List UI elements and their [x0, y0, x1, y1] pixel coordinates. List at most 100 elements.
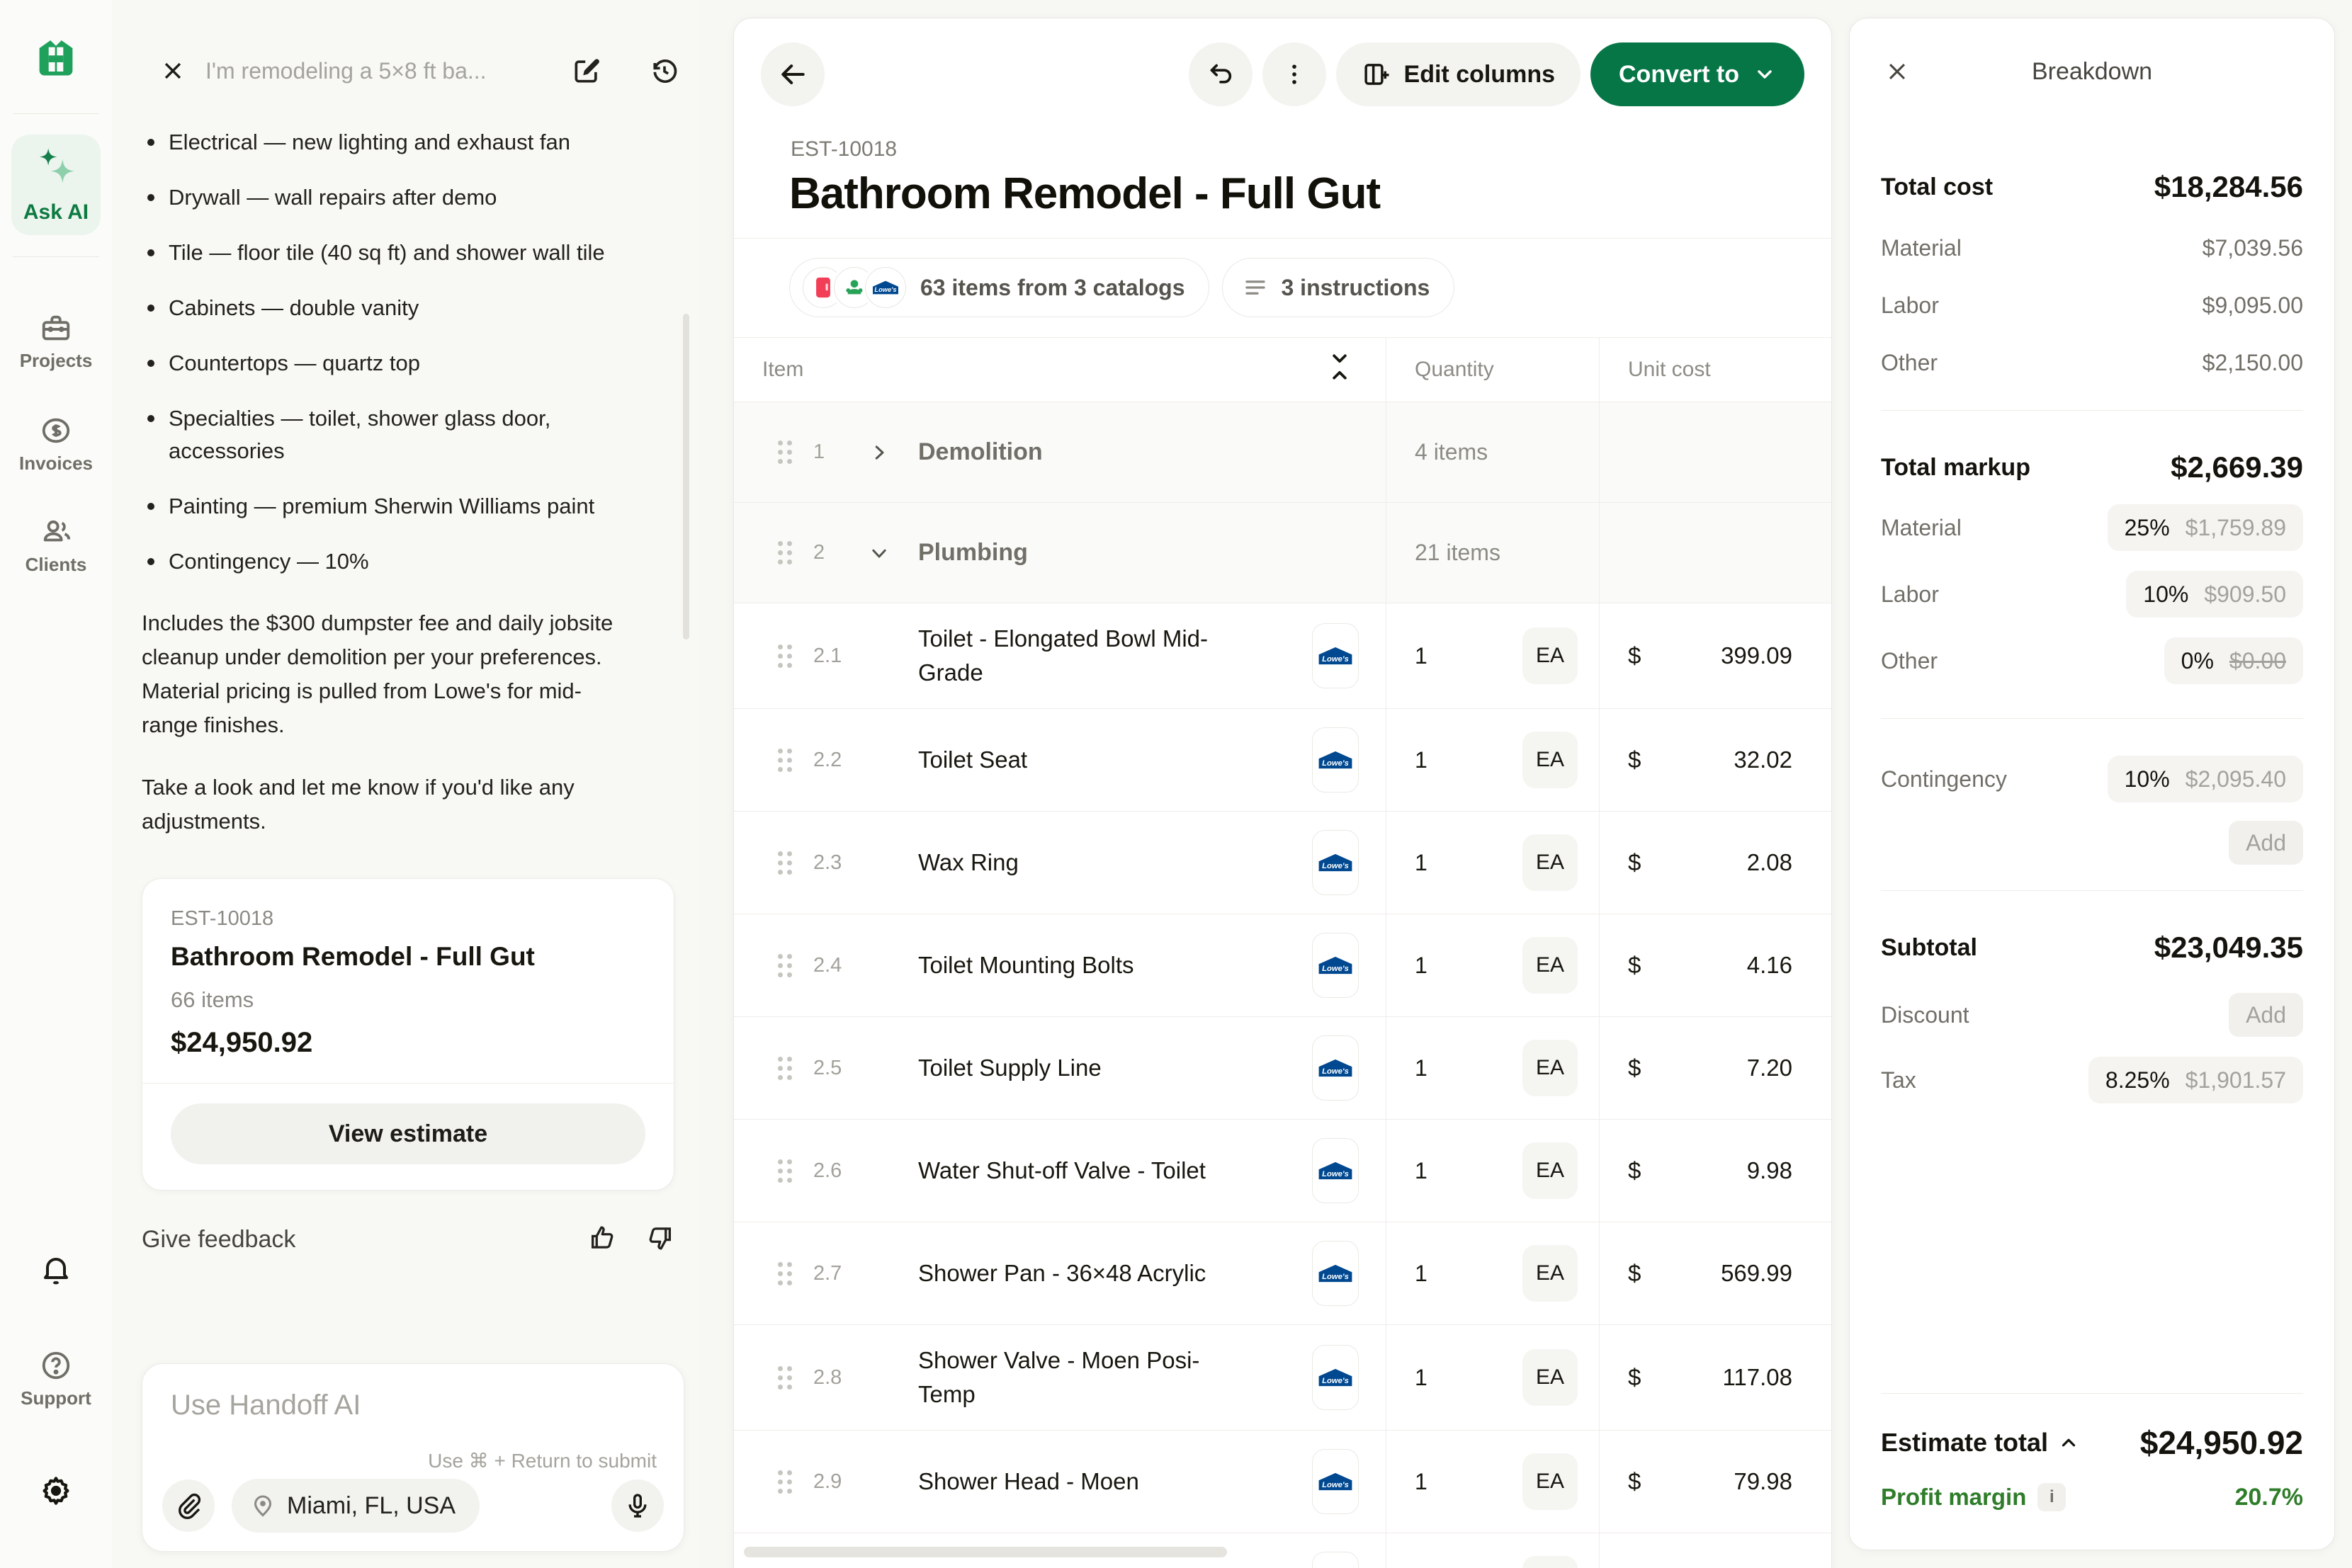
unit-chip[interactable]: EA: [1522, 627, 1578, 684]
catalogs-pill[interactable]: Lowe's 63 items from 3 catalogs: [789, 258, 1209, 317]
notifications-bell-button[interactable]: [0, 1252, 112, 1286]
table-row[interactable]: 2.1 Toilet - Elongated Bowl Mid-Grade Lo…: [734, 603, 1831, 709]
table-row[interactable]: 2.5 Toilet Supply Line Lowe's 1 EA $ 7.2…: [734, 1017, 1831, 1120]
unit-cost-value[interactable]: 569.99: [1721, 1260, 1792, 1287]
unit-cost-value[interactable]: 9.98: [1747, 1157, 1792, 1184]
table-group-row[interactable]: 1 Demolition 4 items: [734, 402, 1831, 503]
table-row[interactable]: 2.9 Shower Head - Moen Lowe's 1 EA $ 79.…: [734, 1431, 1831, 1533]
table-group-row[interactable]: 2 Plumbing 21 items: [734, 503, 1831, 603]
lowes-vendor-badge[interactable]: Lowe's: [1312, 727, 1359, 792]
drag-handle[interactable]: [778, 1366, 796, 1390]
drag-handle[interactable]: [778, 1159, 796, 1183]
markup-input[interactable]: 25% $1,759.89: [2108, 504, 2303, 551]
markup-input[interactable]: 0% $0.00: [2164, 637, 2303, 684]
quantity-value[interactable]: 1: [1415, 953, 1427, 979]
lowes-vendor-badge[interactable]: Lowe's: [1312, 830, 1359, 895]
tax-input[interactable]: 8.25% $1,901.57: [2088, 1057, 2303, 1103]
more-menu-button[interactable]: [1262, 42, 1326, 106]
quantity-value[interactable]: 1: [1415, 1365, 1427, 1391]
group-chevron[interactable]: [869, 542, 918, 564]
table-row[interactable]: 2.4 Toilet Mounting Bolts Lowe's 1 EA $ …: [734, 914, 1831, 1017]
table-row[interactable]: 2.2 Toilet Seat Lowe's 1 EA $ 32.02: [734, 709, 1831, 812]
drag-handle[interactable]: [778, 441, 796, 464]
unit-chip[interactable]: EA: [1522, 1349, 1578, 1406]
estimate-total-toggle[interactable]: Estimate total: [1881, 1428, 2079, 1458]
back-button[interactable]: [761, 42, 825, 106]
edit-columns-button[interactable]: Edit columns: [1336, 42, 1581, 106]
drag-handle[interactable]: [778, 851, 796, 875]
lowes-vendor-badge[interactable]: Lowe's: [1312, 1449, 1359, 1514]
markup-input[interactable]: 10% $909.50: [2126, 571, 2303, 618]
drag-handle[interactable]: [778, 749, 796, 772]
lowes-vendor-badge[interactable]: Lowe's: [1312, 1345, 1359, 1410]
thumbs-up-button[interactable]: [588, 1223, 618, 1256]
column-header-unit-cost[interactable]: Unit cost: [1599, 338, 1832, 402]
info-icon[interactable]: i: [2037, 1483, 2066, 1511]
drag-handle[interactable]: [778, 541, 796, 564]
unit-chip[interactable]: EA: [1522, 1040, 1578, 1096]
chat-title[interactable]: I'm remodeling a 5×8 ft ba...: [205, 58, 545, 84]
unit-chip[interactable]: EA: [1522, 937, 1578, 994]
table-row[interactable]: 2.7 Shower Pan - 36×48 Acrylic Lowe's 1 …: [734, 1222, 1831, 1325]
quantity-value[interactable]: 1: [1415, 747, 1427, 773]
quantity-value[interactable]: 1: [1415, 850, 1427, 876]
chat-scrollbar[interactable]: [683, 314, 689, 640]
unit-chip[interactable]: EA: [1522, 1453, 1578, 1510]
settings-gear-button[interactable]: [0, 1473, 112, 1509]
discount-add-button[interactable]: Add: [2229, 993, 2303, 1037]
table-row[interactable]: 2.6 Water Shut-off Valve - Toilet Lowe's…: [734, 1120, 1831, 1222]
group-chevron[interactable]: [869, 442, 918, 463]
handoff-logo[interactable]: [33, 33, 79, 79]
contingency-add-button[interactable]: Add: [2229, 821, 2303, 865]
sidebar-item-ask-ai[interactable]: Ask AI: [11, 135, 101, 235]
unit-cost-value[interactable]: 117.08: [1723, 1364, 1792, 1391]
location-chip[interactable]: Miami, FL, USA: [232, 1479, 480, 1533]
attach-file-button[interactable]: [162, 1479, 215, 1532]
quantity-value[interactable]: 1: [1415, 1055, 1427, 1081]
collapse-all-icon[interactable]: [1328, 351, 1352, 388]
ai-input-placeholder[interactable]: Use Handoff AI: [171, 1390, 660, 1421]
drag-handle[interactable]: [778, 644, 796, 668]
table-row[interactable]: 2.3 Wax Ring Lowe's 1 EA $ 2.08: [734, 812, 1831, 914]
drag-handle[interactable]: [778, 1262, 796, 1285]
unit-cost-value[interactable]: 399.09: [1721, 642, 1792, 669]
horizontal-scrollbar[interactable]: [744, 1547, 1227, 1557]
lowes-vendor-badge[interactable]: Lowe's: [1312, 1035, 1359, 1101]
drag-handle[interactable]: [778, 954, 796, 977]
unit-chip[interactable]: EA: [1522, 834, 1578, 891]
unit-cost-value[interactable]: 7.20: [1747, 1055, 1792, 1081]
sidebar-item-invoices[interactable]: Invoices: [0, 414, 112, 475]
unit-cost-value[interactable]: 2.08: [1747, 849, 1792, 876]
contingency-input[interactable]: 10% $2,095.40: [2108, 756, 2303, 802]
table-row[interactable]: 2.8 Shower Valve - Moen Posi-Temp Lowe's…: [734, 1325, 1831, 1431]
unit-cost-value[interactable]: 79.98: [1734, 1468, 1792, 1495]
quantity-value[interactable]: 1: [1415, 1469, 1427, 1495]
column-header-quantity[interactable]: Quantity: [1386, 338, 1599, 402]
thumbs-down-button[interactable]: [645, 1223, 674, 1256]
undo-button[interactable]: [1189, 42, 1253, 106]
lowes-vendor-badge[interactable]: Lowe's: [1312, 623, 1359, 688]
sidebar-item-clients[interactable]: Clients: [0, 516, 112, 576]
lowes-vendor-badge[interactable]: Lowe's: [1312, 1241, 1359, 1306]
quantity-value[interactable]: 1: [1415, 1261, 1427, 1287]
convert-to-button[interactable]: Convert to: [1590, 42, 1804, 106]
lowes-vendor-badge[interactable]: Lowe's: [1312, 1552, 1359, 1568]
unit-chip[interactable]: EA: [1522, 1142, 1578, 1199]
voice-input-button[interactable]: [611, 1479, 664, 1532]
unit-cost-value[interactable]: 4.16: [1747, 952, 1792, 979]
chat-history-button[interactable]: [645, 51, 684, 91]
new-chat-button[interactable]: [567, 51, 606, 91]
sidebar-item-projects[interactable]: Projects: [0, 312, 112, 372]
lowes-vendor-badge[interactable]: Lowe's: [1312, 933, 1359, 998]
unit-chip[interactable]: EA: [1522, 1245, 1578, 1302]
instructions-pill[interactable]: 3 instructions: [1222, 258, 1454, 317]
unit-chip[interactable]: EA: [1522, 1556, 1578, 1568]
quantity-value[interactable]: 1: [1415, 1158, 1427, 1184]
column-header-item[interactable]: Item: [734, 338, 1386, 402]
view-estimate-button[interactable]: View estimate: [171, 1103, 645, 1164]
unit-cost-value[interactable]: 32.02: [1734, 746, 1792, 773]
sidebar-item-support[interactable]: Support: [0, 1349, 112, 1409]
lowes-vendor-badge[interactable]: Lowe's: [1312, 1138, 1359, 1203]
quantity-value[interactable]: 1: [1415, 643, 1427, 669]
drag-handle[interactable]: [778, 1470, 796, 1494]
